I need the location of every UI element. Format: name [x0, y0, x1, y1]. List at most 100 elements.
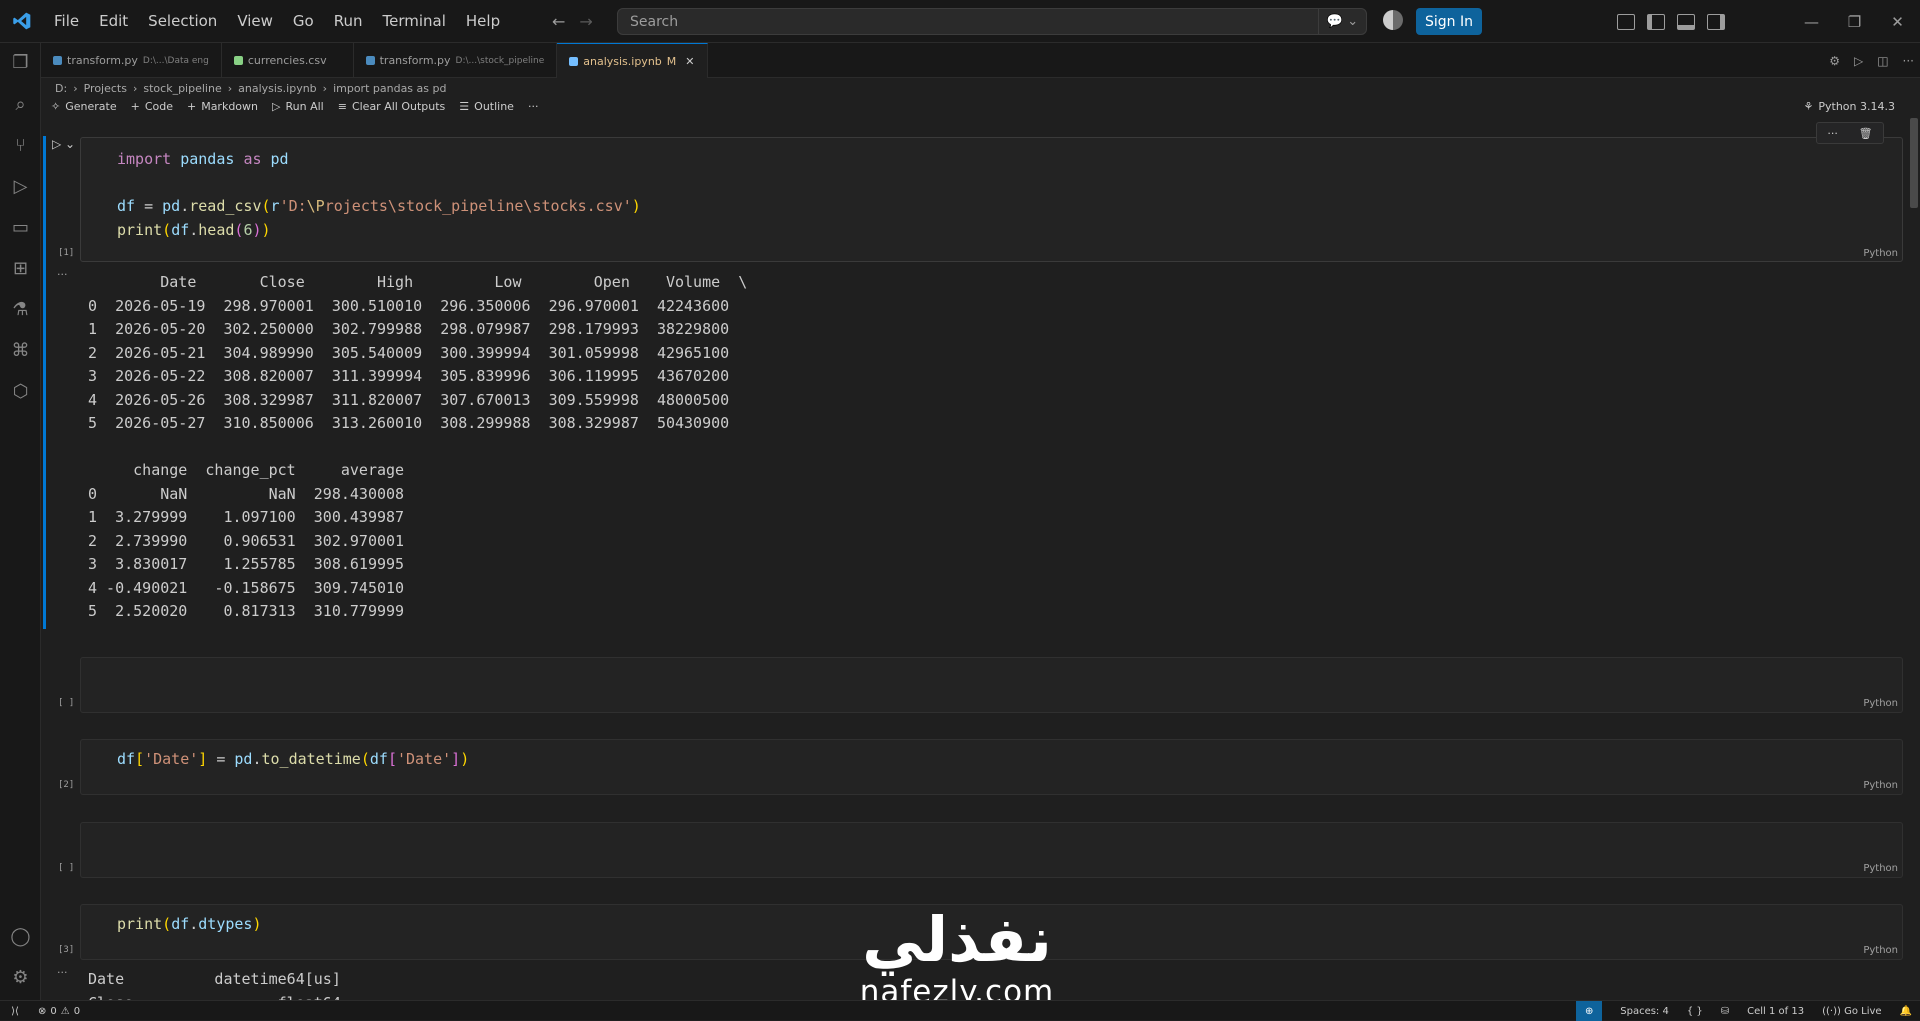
menu-selection[interactable]: Selection: [138, 0, 227, 43]
toolbar-more-button[interactable]: ···: [528, 100, 539, 113]
menu-go[interactable]: Go: [283, 0, 324, 43]
manage-gear-icon[interactable]: ⚙: [10, 967, 31, 988]
close-window-icon[interactable]: ✕: [1876, 13, 1919, 31]
accounts-icon[interactable]: [1383, 10, 1403, 30]
zoom-icon[interactable]: ⊕: [1576, 1001, 1603, 1021]
minimize-icon[interactable]: —: [1790, 13, 1833, 31]
python-file-icon: [53, 56, 62, 65]
tab-transform-stock-pipeline[interactable]: transform.py D:\...\stock_pipeline: [354, 43, 558, 78]
execution-count: [ ]: [58, 698, 75, 708]
add-code-button[interactable]: + Code: [131, 100, 173, 113]
cell-language-label[interactable]: Python: [1863, 945, 1898, 956]
nafezly-watermark: نفذلي nafezly.com: [852, 905, 1062, 1010]
generate-button[interactable]: ✧ Generate: [51, 100, 117, 113]
kernel-icon: ⚘: [1803, 99, 1814, 113]
problems-indicator[interactable]: ⊗ 0 ⚠ 0: [38, 1001, 80, 1021]
vertical-scrollbar[interactable]: [1910, 118, 1918, 208]
toggle-secondary-sidebar-icon[interactable]: [1707, 13, 1725, 30]
tab-label: transform.py: [67, 54, 138, 67]
customize-layout-icon[interactable]: [1617, 13, 1635, 30]
delete-cell-icon[interactable]: 🗑: [1859, 127, 1873, 140]
close-tab-icon[interactable]: ✕: [685, 55, 694, 68]
restore-icon[interactable]: ❐: [1833, 13, 1876, 31]
cell-more-icon[interactable]: ···: [1827, 127, 1838, 140]
breadcrumb-stock-pipeline[interactable]: stock_pipeline: [143, 82, 221, 95]
account-icon[interactable]: ◯: [10, 926, 31, 947]
code-line: df['Date'] = pd.to_datetime(df['Date']): [117, 750, 470, 768]
run-all-icon: ▷: [272, 99, 281, 113]
breadcrumb: D: › Projects › stock_pipeline › analysis.i…: [55, 81, 447, 95]
code-line: df = pd.read_csv(r'D:\Projects\stock_pip…: [117, 197, 641, 215]
forward-arrow-icon[interactable]: →: [579, 12, 592, 31]
add-markdown-button[interactable]: + Markdown: [187, 100, 258, 113]
breadcrumb-projects[interactable]: Projects: [84, 82, 127, 95]
extensions-icon[interactable]: ⊞: [10, 258, 31, 279]
toggle-panel-icon[interactable]: [1677, 13, 1695, 30]
menu-bar: File Edit Selection View Go Run Terminal…: [44, 0, 510, 43]
cell-run-button[interactable]: ▷ ⌄: [52, 137, 75, 151]
tab-transform-data-eng[interactable]: transform.py D:\...\Data eng: [41, 43, 222, 78]
menu-run[interactable]: Run: [324, 0, 373, 43]
cell-language-label[interactable]: Python: [1863, 698, 1898, 709]
plus-icon: +: [186, 99, 197, 113]
notifications-bell-icon[interactable]: 🔔: [1900, 1006, 1912, 1017]
execution-count: [3]: [58, 945, 75, 955]
menu-edit[interactable]: Edit: [89, 0, 138, 43]
split-editor-icon[interactable]: ◫: [1877, 54, 1888, 68]
kernel-picker[interactable]: ⚘ Python 3.14.3: [1804, 96, 1896, 116]
menu-terminal[interactable]: Terminal: [373, 0, 456, 43]
code-cell-1[interactable]: import pandas as pd df = pd.read_csv(r'D…: [80, 122, 1903, 262]
breadcrumb-file[interactable]: analysis.ipynb: [238, 82, 317, 95]
menu-file[interactable]: File: [44, 0, 89, 43]
command-center-search[interactable]: Search: [617, 8, 1367, 35]
indentation-status[interactable]: Spaces: 4: [1620, 1006, 1669, 1017]
containers-icon[interactable]: ⬡: [10, 381, 31, 402]
activity-bar: ❐ ⌕ ⑂ ▷ ▭ ⊞ ⚗ ⌘ ⬡ ◯ ⚙: [0, 43, 41, 1003]
code-cell-4[interactable]: Python: [80, 822, 1903, 878]
language-braces-status[interactable]: { }: [1687, 1006, 1703, 1017]
breadcrumb-drive[interactable]: D:: [55, 82, 67, 95]
clear-icon: ≡: [337, 99, 347, 113]
notebook-file-icon: [569, 56, 579, 66]
python-file-icon: [365, 56, 375, 65]
search-icon[interactable]: ⌕: [10, 94, 31, 115]
source-control-icon[interactable]: ⑂: [10, 135, 31, 156]
cell-language-label[interactable]: Python: [1863, 863, 1898, 874]
run-all-button[interactable]: ▷ Run All: [272, 100, 324, 113]
back-arrow-icon[interactable]: ←: [552, 12, 565, 31]
toggle-primary-sidebar-icon[interactable]: [1647, 13, 1665, 30]
code-cell-3[interactable]: df['Date'] = pd.to_datetime(df['Date']) …: [80, 739, 1903, 795]
menu-help[interactable]: Help: [456, 0, 510, 43]
code-cell-2[interactable]: Python: [80, 657, 1903, 713]
tab-label: transform.py: [379, 54, 451, 67]
cell-language-label[interactable]: Python: [1863, 780, 1898, 791]
outline-button[interactable]: ☰ Outline: [459, 100, 514, 113]
explorer-icon[interactable]: ❐: [10, 52, 31, 73]
python-icon[interactable]: ⌘: [10, 340, 31, 361]
testing-icon[interactable]: ⚗: [10, 299, 31, 320]
notebook-status-icon[interactable]: ⛁: [1721, 1006, 1729, 1017]
remote-icon[interactable]: ⟩⟨: [0, 1001, 30, 1021]
menu-view[interactable]: View: [227, 0, 283, 43]
sign-in-button[interactable]: Sign In: [1416, 8, 1482, 35]
go-live-button[interactable]: ((·)) Go Live: [1822, 1006, 1881, 1017]
notebook-toolbar: ✧ Generate + Code + Markdown ▷ Run All ≡ Clea…: [51, 96, 538, 116]
tab-analysis-ipynb[interactable]: analysis.ipynb M ✕: [557, 43, 708, 78]
run-debug-icon[interactable]: ▷: [10, 176, 31, 197]
status-bar: ⟩⟨ ⊗ 0 ⚠ 0 ⊕ Spaces: 4 { } ⛁ Cell 1 of 13 …: [0, 1000, 1920, 1021]
tab-description: D:\...\stock_pipeline: [455, 55, 545, 66]
remote-explorer-icon[interactable]: ▭: [10, 217, 31, 238]
output-more-icon[interactable]: ···: [57, 966, 68, 979]
copilot-chat-icon[interactable]: 💬 ⌄: [1318, 8, 1366, 35]
more-actions-icon[interactable]: ···: [1903, 54, 1914, 68]
cell-language-label[interactable]: Python: [1863, 248, 1898, 259]
title-bar: File Edit Selection View Go Run Terminal…: [0, 0, 1920, 43]
output-more-icon[interactable]: ···: [57, 268, 68, 281]
cell-position-status[interactable]: Cell 1 of 13: [1747, 1006, 1804, 1017]
code-line: print(df.head(6)): [117, 221, 271, 239]
clear-all-outputs-button[interactable]: ≡ Clear All Outputs: [338, 100, 446, 113]
tab-currencies-csv[interactable]: currencies.csv: [222, 43, 354, 78]
notebook-settings-icon[interactable]: ⚙: [1829, 54, 1840, 68]
run-icon[interactable]: ▷: [1854, 54, 1863, 68]
breadcrumb-cell[interactable]: import pandas as pd: [333, 82, 446, 95]
